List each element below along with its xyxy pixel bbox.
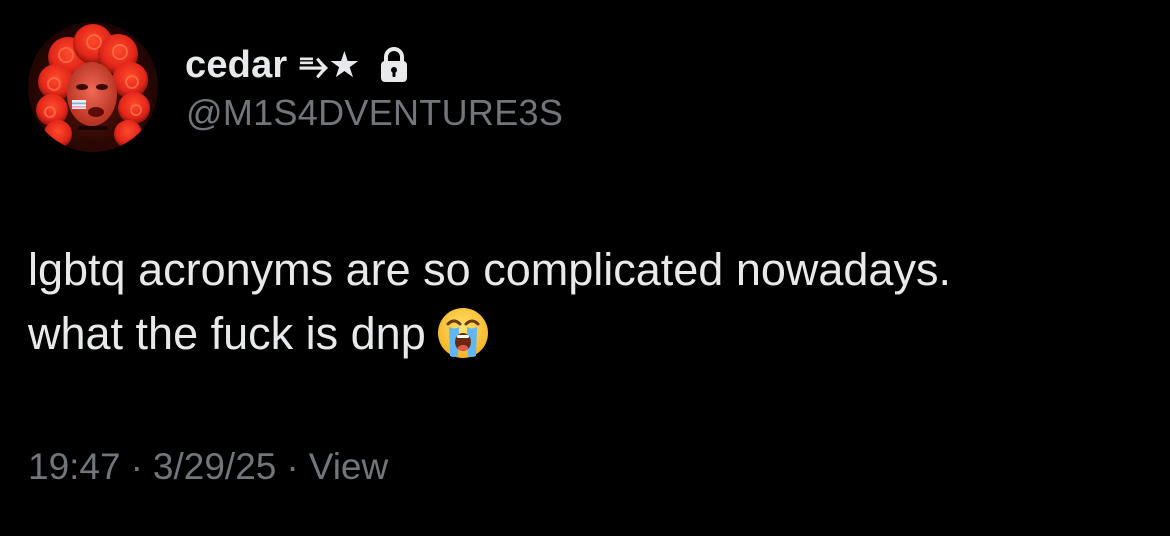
tweet-time[interactable]: 19:47 <box>28 446 121 488</box>
tweet-text-line: lgbtq acronyms are so complicated nowada… <box>28 244 951 295</box>
tweet-text: lgbtq acronyms are so complicated nowada… <box>28 238 1138 366</box>
author-name-row: cedar ⥱★ <box>185 40 410 90</box>
avatar-photo <box>28 22 158 152</box>
tweet-card: cedar ⥱★ @M1S4DVENTURE3S lgbtq acronyms … <box>0 0 1170 536</box>
name-decoration: ⥱★ <box>299 43 361 85</box>
tweet-text-line: what the fuck is dnp <box>28 302 1138 366</box>
author-avatar[interactable] <box>28 22 158 152</box>
lock-icon <box>378 46 410 84</box>
author-display-name[interactable]: cedar <box>185 44 287 87</box>
loudly-crying-face-icon <box>436 306 490 360</box>
tweet-meta: 19:47 · 3/29/25 · View <box>28 446 388 488</box>
views-link[interactable]: View <box>309 446 389 488</box>
author-handle[interactable]: @M1S4DVENTURE3S <box>186 92 563 134</box>
tweet-date[interactable]: 3/29/25 <box>153 446 276 488</box>
tweet-text-line-content: what the fuck is dnp <box>28 308 426 359</box>
meta-separator: · <box>286 446 299 487</box>
meta-separator: · <box>130 446 143 487</box>
